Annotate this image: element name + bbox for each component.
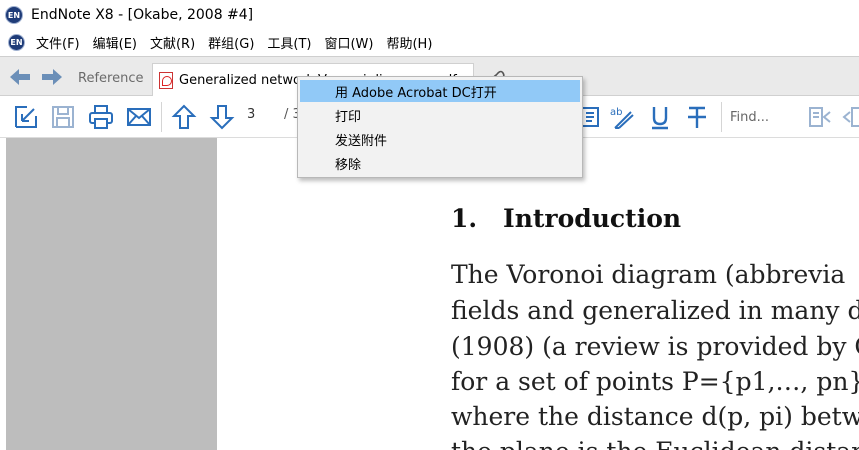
menu-bar: EN 文件(F) 编辑(E) 文献(R) 群组(G) 工具(T) 窗口(W) 帮… bbox=[0, 30, 859, 54]
find-next-icon[interactable] bbox=[842, 104, 859, 130]
page-number-input[interactable]: 3 bbox=[247, 107, 255, 122]
open-pdf-icon[interactable] bbox=[13, 104, 39, 130]
toolbar-separator bbox=[161, 102, 162, 132]
previous-page-icon[interactable] bbox=[171, 104, 197, 130]
pdf-file-icon bbox=[159, 72, 173, 89]
menu-window[interactable]: 窗口(W) bbox=[322, 31, 375, 54]
endnote-logo-icon: EN bbox=[5, 6, 23, 24]
menu-remove[interactable]: 移除 bbox=[300, 152, 580, 174]
find-input[interactable]: Find... bbox=[721, 102, 801, 132]
menu-help[interactable]: 帮助(H) bbox=[384, 31, 434, 54]
menu-file[interactable]: 文件(F) bbox=[34, 31, 82, 54]
body-line: The Voronoi diagram (abbrevia bbox=[451, 260, 846, 289]
menu-tools[interactable]: 工具(T) bbox=[265, 31, 313, 54]
menu-edit[interactable]: 编辑(E) bbox=[91, 31, 139, 54]
menu-send-attachment[interactable]: 发送附件 bbox=[300, 128, 580, 150]
svg-text:ab: ab bbox=[610, 107, 622, 118]
menu-groups[interactable]: 群组(G) bbox=[206, 31, 256, 54]
find-previous-icon[interactable] bbox=[806, 104, 832, 130]
forward-arrow-icon[interactable] bbox=[40, 67, 64, 87]
next-page-icon[interactable] bbox=[209, 104, 235, 130]
menu-open-with-acrobat[interactable]: 用 Adobe Acrobat DC打开 bbox=[300, 80, 580, 102]
strikethrough-icon[interactable] bbox=[684, 104, 710, 130]
back-arrow-icon[interactable] bbox=[8, 67, 32, 87]
section-title: Introduction bbox=[503, 204, 682, 233]
pdf-page: 1. Introduction The Voronoi diagram (abbr… bbox=[217, 138, 859, 450]
context-menu: 用 Adobe Acrobat DC打开 打印 发送附件 移除 bbox=[297, 76, 583, 178]
save-icon[interactable] bbox=[50, 104, 76, 130]
email-icon[interactable] bbox=[126, 104, 152, 130]
body-line: fields and generalized in many d bbox=[451, 296, 859, 325]
section-number: 1. bbox=[451, 204, 478, 233]
body-line: where the distance d(p, pi) betwe bbox=[451, 402, 859, 431]
menu-print[interactable]: 打印 bbox=[300, 104, 580, 126]
menu-references[interactable]: 文献(R) bbox=[148, 31, 197, 54]
tab-reference[interactable]: Reference bbox=[70, 65, 151, 91]
title-bar: EN EndNote X8 - [Okabe, 2008 #4] bbox=[0, 0, 859, 30]
body-line: for a set of points P={p1,…, pn} bbox=[451, 367, 859, 396]
page-margin-area bbox=[0, 138, 217, 450]
window-title: EndNote X8 - [Okabe, 2008 #4] bbox=[31, 7, 254, 23]
body-line: (1908) (a review is provided by C bbox=[451, 332, 859, 361]
print-icon[interactable] bbox=[88, 104, 114, 130]
underline-icon[interactable] bbox=[647, 104, 673, 130]
endnote-menu-icon[interactable]: EN bbox=[8, 33, 25, 51]
body-line: the plane is the Euclidean distan bbox=[451, 437, 859, 450]
highlight-text-icon[interactable]: ab bbox=[609, 104, 635, 130]
section-heading: 1. Introduction bbox=[451, 204, 681, 233]
